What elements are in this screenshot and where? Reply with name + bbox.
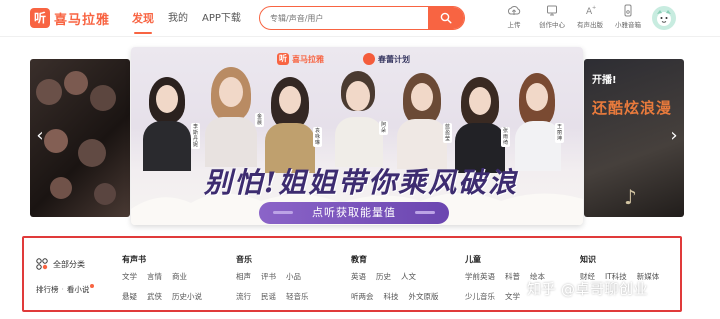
novel-link[interactable]: 看小说 (67, 285, 90, 294)
category-quick-area: 全部分类 排行榜 · 看小说 (36, 258, 116, 294)
group-title[interactable]: 儿童 (465, 254, 555, 265)
person-5-name: 蓝盈莹 (443, 123, 452, 143)
search-button[interactable] (428, 7, 464, 29)
watermark: 知乎 @卓哥聊创业 (527, 282, 648, 298)
new-badge (90, 284, 95, 288)
avatar-icon (657, 10, 671, 26)
nav-discover[interactable]: 发现 (132, 0, 154, 37)
banner-cta-button[interactable]: 点听获取能量值 (259, 202, 449, 224)
category-link[interactable]: 人文 (401, 271, 416, 282)
category-link[interactable]: 流行 (236, 291, 251, 302)
creator-center-button[interactable]: 创作中心 (534, 4, 570, 29)
category-link[interactable]: 英语 (351, 271, 366, 282)
speaker-icon (624, 4, 632, 17)
category-link[interactable]: 外文原版 (409, 291, 439, 302)
category-link[interactable]: 听两会 (351, 291, 374, 302)
category-group-music: 音乐 相声 评书 小品 流行 民谣 轻音乐 (236, 254, 319, 311)
group-title[interactable]: 音乐 (236, 254, 319, 265)
speaker-label: 小雅音箱 (615, 21, 641, 29)
person-2-name: 金晨 (255, 113, 264, 127)
carousel-prev-arrow[interactable]: ‹ (32, 122, 48, 150)
speaker-button[interactable]: 小雅音箱 (610, 4, 646, 29)
person-3-name: 袁咏琳 (313, 127, 322, 147)
site-logo[interactable]: 听 喜马拉雅 (30, 8, 110, 28)
category-link[interactable]: 轻音乐 (286, 291, 309, 302)
publish-icon: A + (586, 5, 596, 17)
main-banner-slide[interactable]: 听 喜马拉雅 春蕾计划 李斯丹妮 金晨 袁咏琳 阿朵 蓝盈莹 张雨绮 王丽坤 别… (131, 47, 583, 225)
creator-center-icon (547, 5, 557, 16)
side-right-tag: 开播! (592, 75, 617, 86)
banner-carousel: 开播! 还酷炫浪漫 ♪ ‹ › 听 喜马拉雅 春蕾计划 李斯丹妮 金晨 袁咏琳 … (0, 37, 720, 225)
side-right-title: 还酷炫浪漫 (592, 99, 673, 117)
category-group-audiobook: 有声书 文学 言情 商业 悬疑 武侠 历史小说 (122, 254, 212, 311)
logo-text: 喜马拉雅 (54, 12, 111, 28)
nav-mine[interactable]: 我的 (168, 0, 188, 37)
upload-button[interactable]: 上传 (496, 4, 532, 29)
all-categories-label: 全部分类 (53, 259, 85, 269)
category-link[interactable]: 评书 (261, 271, 276, 282)
upload-label: 上传 (507, 21, 521, 29)
category-link[interactable]: 民谣 (261, 291, 276, 302)
publish-label: 有声出版 (577, 21, 603, 29)
group-title[interactable]: 知识 (580, 254, 669, 265)
search-box (259, 6, 465, 30)
carousel-next-arrow[interactable]: › (666, 122, 682, 150)
nav-app-download[interactable]: APP下载 (202, 0, 241, 37)
ranking-link[interactable]: 排行榜 (36, 285, 59, 294)
person-7-name: 王丽坤 (555, 123, 564, 143)
category-link[interactable]: 文学 (122, 271, 137, 282)
treble-clef-icon: ♪ (624, 185, 637, 209)
category-link[interactable]: 商业 (172, 271, 187, 282)
top-header: 听 喜马拉雅 发现 我的 APP下载 上传 创作中心 A+ 有声出版 小雅音箱 (0, 0, 720, 37)
quick-links: 排行榜 · 看小说 (36, 284, 95, 295)
category-panel: 全部分类 排行榜 · 看小说 有声书 文学 言情 商业 悬疑 武侠 历史小说 音乐 相声 评书… (22, 236, 682, 312)
category-link[interactable]: 科普 (505, 271, 520, 282)
category-link[interactable]: 历史小说 (172, 291, 202, 302)
separator-dot: · (61, 285, 64, 294)
category-link[interactable]: 小品 (286, 271, 301, 282)
header-tools: 上传 创作中心 A + 有声出版 小雅音箱 (496, 4, 648, 29)
category-link[interactable]: 科技 (384, 291, 399, 302)
person-6-name: 张雨绮 (501, 127, 510, 147)
publish-button[interactable]: A + 有声出版 (572, 4, 608, 29)
svg-text:+: + (592, 5, 596, 11)
category-link[interactable]: 言情 (147, 271, 162, 282)
user-avatar[interactable] (652, 6, 676, 30)
person-1-name: 李斯丹妮 (191, 123, 200, 149)
category-link[interactable]: 相声 (236, 271, 251, 282)
group-title[interactable]: 有声书 (122, 254, 212, 265)
category-link[interactable]: 武侠 (147, 291, 162, 302)
category-link[interactable]: 文学 (505, 291, 520, 302)
main-nav: 发现 我的 APP下载 (132, 0, 255, 37)
category-link[interactable]: 悬疑 (122, 291, 137, 302)
search-icon (440, 12, 452, 24)
category-group-education: 教育 英语 历史 人文 听两会 科技 外文原版 (351, 254, 449, 311)
person-4-name: 阿朵 (379, 121, 388, 135)
search-input[interactable] (270, 7, 420, 29)
creator-center-label: 创作中心 (539, 21, 565, 29)
banner-slogan: 别怕!姐姐带你乘风破浪 (203, 166, 519, 199)
grid-icon (36, 258, 48, 270)
upload-icon (507, 6, 521, 15)
group-title[interactable]: 教育 (351, 254, 449, 265)
category-link[interactable]: 少儿音乐 (465, 291, 495, 302)
logo-mark: 听 (30, 8, 50, 28)
all-categories-link[interactable]: 全部分类 (36, 258, 116, 270)
category-link[interactable]: 历史 (376, 271, 391, 282)
category-link[interactable]: 学前英语 (465, 271, 495, 282)
